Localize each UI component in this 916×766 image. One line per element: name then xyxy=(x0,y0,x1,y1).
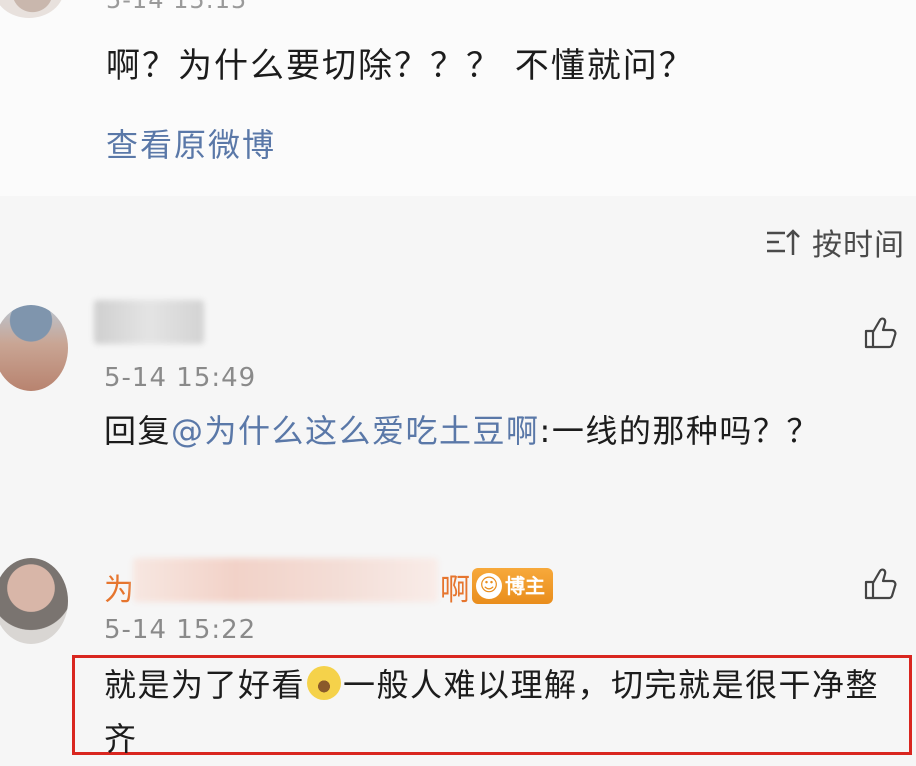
mention-link[interactable]: @为什么这么爱吃土豆啊 xyxy=(171,412,540,450)
comment-text: 回复@为什么这么爱吃土豆啊:一线的那种吗？？ xyxy=(104,404,844,458)
comment-timestamp: 5-14 15:22 xyxy=(104,615,257,645)
username-blurred[interactable] xyxy=(133,558,438,602)
avatar[interactable] xyxy=(0,0,64,18)
reply-prefix: 回复 xyxy=(104,412,172,450)
comment-text: 就是为了好看 一般人难以理解，切完就是很干净整齐 xyxy=(104,658,904,766)
blogger-badge: ☺ 博主 xyxy=(472,568,553,604)
comment-text: 啊？为什么要切除？？？ 不懂就问？ xyxy=(106,46,695,86)
badge-label: 博主 xyxy=(505,574,545,598)
comment-timestamp: 5-14 15:49 xyxy=(104,363,257,393)
username-first-char[interactable]: 为 xyxy=(104,565,134,609)
reply-text: :一线的那种吗？？ xyxy=(539,412,820,450)
top-comment-card: 5-14 15:15 啊？为什么要切除？？？ 不懂就问？ 查看原微博 xyxy=(0,0,916,196)
sort-icon[interactable] xyxy=(765,227,801,257)
thumb-up-icon[interactable] xyxy=(862,315,898,351)
view-original-link[interactable]: 查看原微博 xyxy=(106,120,276,166)
avatar[interactable] xyxy=(0,305,68,391)
comment-timestamp: 5-14 15:15 xyxy=(106,0,248,14)
thumb-up-icon[interactable] xyxy=(862,566,898,602)
sort-by-time-button[interactable]: 按时间 xyxy=(812,220,905,264)
comment-text-part: 就是为了好看 xyxy=(104,666,306,704)
username-last-char[interactable]: 啊 xyxy=(440,565,470,609)
username-blurred[interactable] xyxy=(94,300,204,344)
laugh-emoji-icon xyxy=(307,666,342,700)
badge-icon: ☺ xyxy=(476,573,502,599)
avatar[interactable] xyxy=(0,558,68,644)
